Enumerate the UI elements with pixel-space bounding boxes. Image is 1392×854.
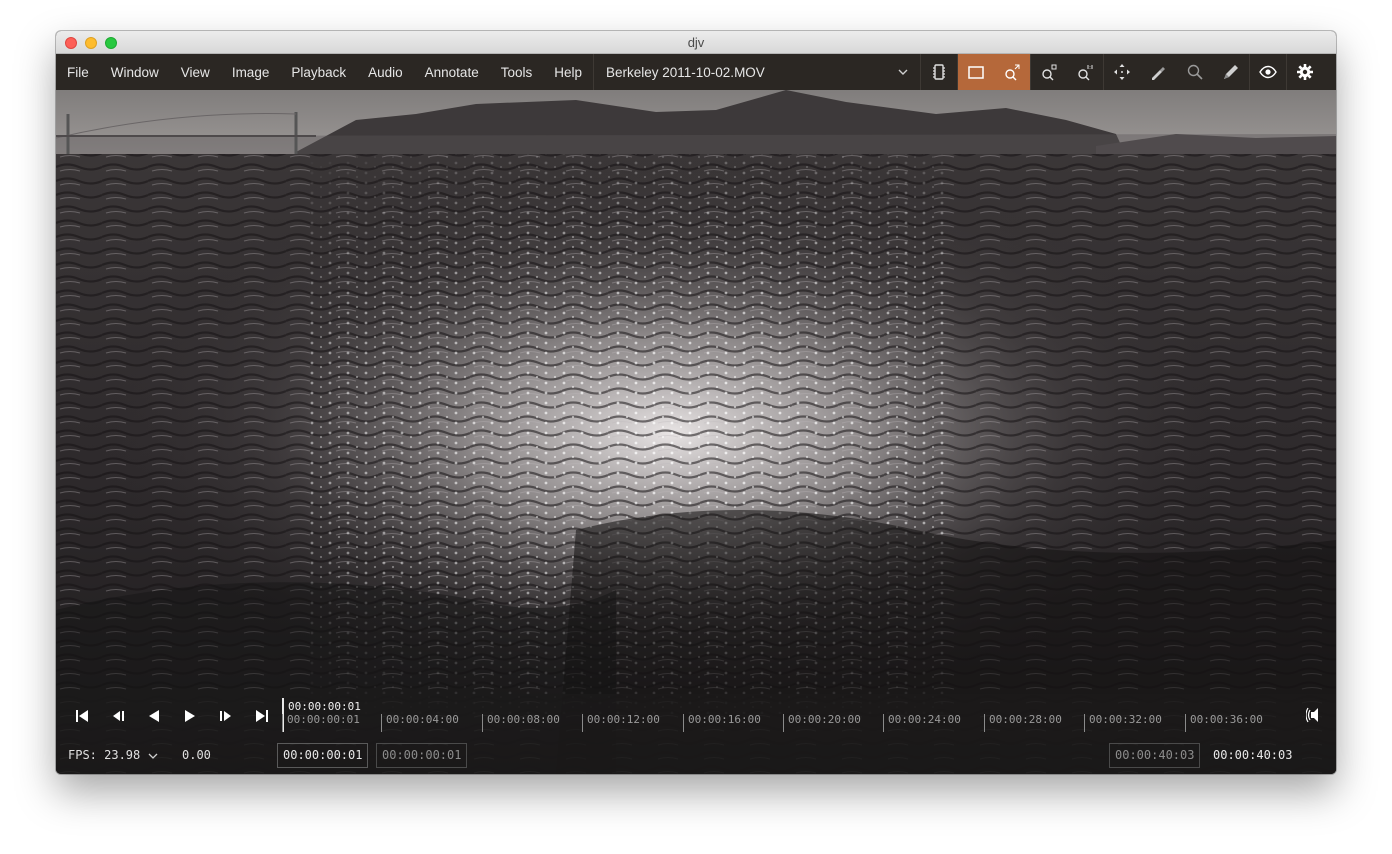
annotate-pen-icon xyxy=(1224,65,1239,79)
duration-field[interactable]: 00:00:40:03 xyxy=(1109,743,1201,768)
menu-help[interactable]: Help xyxy=(543,54,593,90)
color-picker-button[interactable] xyxy=(1140,54,1177,90)
window-controls xyxy=(65,37,117,49)
play-reverse-button[interactable] xyxy=(136,704,172,728)
go-to-start-button[interactable] xyxy=(64,704,100,728)
zoom-fit-icon xyxy=(1005,64,1020,81)
step-forward-button[interactable] xyxy=(208,704,244,728)
menu-tools[interactable]: Tools xyxy=(490,54,544,90)
current-file-name: Berkeley 2011-10-02.MOV xyxy=(605,64,765,80)
app-window: djv File Window View Image Playback Audi… xyxy=(56,31,1336,774)
timeline-tick: 00:00:20:00 xyxy=(783,714,861,732)
fps-label[interactable]: FPS: 23.98 xyxy=(68,748,140,762)
timeline-tick: 00:00:12:00 xyxy=(582,714,660,732)
timeline-tick: 00:00:32:00 xyxy=(1084,714,1162,732)
chevron-down-icon xyxy=(898,69,908,75)
play-forward-icon xyxy=(185,710,195,722)
memory-cache-button[interactable] xyxy=(921,54,958,90)
chevron-down-icon[interactable] xyxy=(148,751,158,761)
timeline-tick: 00:00:28:00 xyxy=(984,714,1062,732)
annotate-pen-button[interactable] xyxy=(1213,54,1250,90)
zoom-frame-icon xyxy=(1042,64,1057,81)
memory-cache-icon xyxy=(933,64,946,80)
playback-speed: 0.00 xyxy=(182,748,211,762)
video-frame xyxy=(56,90,1336,774)
zoom-1-1-icon xyxy=(1078,65,1093,81)
play-forward-button[interactable] xyxy=(172,704,208,728)
menu-audio[interactable]: Audio xyxy=(357,54,414,90)
out-point-field[interactable]: 00:00:00:01 xyxy=(376,743,468,768)
timeline-tick: 00:00:00:01 xyxy=(282,714,360,732)
menu-bar: File Window View Image Playback Audio An… xyxy=(56,54,1336,90)
zoom-frame-button[interactable] xyxy=(1030,54,1067,90)
color-picker-icon xyxy=(1152,67,1166,80)
pan-move-button[interactable] xyxy=(1103,54,1140,90)
view-eye-icon xyxy=(1259,65,1278,79)
maximize-window-button[interactable] xyxy=(105,37,117,49)
playback-controls: 00:00:00:01 00:00:00:01 00:00:04:00 00:0… xyxy=(56,694,1336,774)
magnify-button[interactable] xyxy=(1176,54,1213,90)
current-frame-time: 00:00:00:01 xyxy=(288,700,361,713)
timeline-ticks: 00:00:00:01 00:00:04:00 00:00:08:00 00:0… xyxy=(282,714,1292,732)
settings-gear-icon xyxy=(1296,64,1313,80)
file-selector[interactable]: Berkeley 2011-10-02.MOV xyxy=(592,54,921,90)
image-viewport[interactable]: 00:00:00:01 00:00:00:01 00:00:04:00 00:0… xyxy=(56,90,1336,774)
close-window-button[interactable] xyxy=(65,37,77,49)
fill-window-button[interactable] xyxy=(957,54,994,90)
go-to-start-icon xyxy=(76,710,88,722)
speaker-icon xyxy=(1305,707,1318,723)
timeline-tick: 00:00:08:00 xyxy=(482,714,560,732)
title-bar: djv xyxy=(56,31,1336,54)
fill-window-icon xyxy=(968,66,984,79)
window-title: djv xyxy=(687,34,705,50)
timeline-tick: 00:00:36:00 xyxy=(1185,714,1263,732)
menu-annotate[interactable]: Annotate xyxy=(414,54,490,90)
transport-buttons xyxy=(64,704,280,728)
step-back-button[interactable] xyxy=(100,704,136,728)
step-forward-icon xyxy=(220,711,231,721)
go-to-end-icon xyxy=(256,710,268,722)
settings-button[interactable] xyxy=(1285,54,1323,90)
menu-file[interactable]: File xyxy=(56,54,100,90)
pan-move-icon xyxy=(1114,64,1131,80)
minimize-window-button[interactable] xyxy=(85,37,97,49)
step-back-icon xyxy=(113,711,124,721)
status-row: FPS: 23.98 0.00 00:00:00:01 00:00:00:01 … xyxy=(56,742,1336,770)
view-eye-button[interactable] xyxy=(1249,54,1286,90)
timeline-scrubber[interactable]: 00:00:00:01 00:00:00:01 00:00:04:00 00:0… xyxy=(282,698,1292,732)
play-reverse-icon xyxy=(149,710,159,722)
magnify-icon xyxy=(1187,64,1203,80)
in-point-field[interactable]: 00:00:00:01 xyxy=(277,743,369,768)
menu-view[interactable]: View xyxy=(170,54,221,90)
timeline-tick: 00:00:24:00 xyxy=(883,714,961,732)
timeline-tick: 00:00:04:00 xyxy=(381,714,459,732)
timeline-tick: 00:00:16:00 xyxy=(683,714,761,732)
end-time: 00:00:40:03 xyxy=(1213,748,1293,762)
go-to-end-button[interactable] xyxy=(244,704,280,728)
menu-image[interactable]: Image xyxy=(221,54,281,90)
zoom-fit-button[interactable] xyxy=(993,54,1031,90)
audio-button[interactable] xyxy=(1305,704,1330,728)
menu-window[interactable]: Window xyxy=(100,54,170,90)
zoom-1-1-button[interactable] xyxy=(1067,54,1104,90)
menu-playback[interactable]: Playback xyxy=(280,54,357,90)
